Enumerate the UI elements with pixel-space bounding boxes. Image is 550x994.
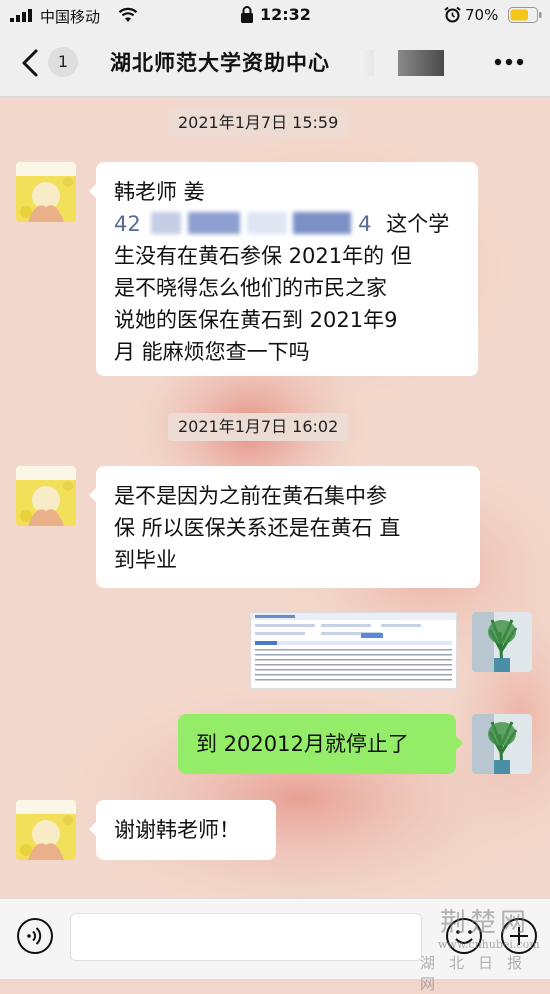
message-bubble[interactable]: 韩老师 姜 42 4 这个学 生没有在黄石参保 2021年的 但 是不晓得怎么他… [89,162,478,376]
message-line: 韩老师 姜 [114,180,205,204]
title-redaction [360,50,374,76]
my-avatar[interactable] [472,612,532,672]
alarm-icon [444,6,461,23]
avatar-image [472,714,532,774]
more-options-icon[interactable] [494,58,524,66]
status-bar: 中国移动 12:32 70% [0,0,550,30]
message-input[interactable] [70,913,422,961]
chat-header: 1 湖北师范大学资助中心 [0,30,550,97]
message-timestamp: 2021年1月7日 15:59 [168,109,349,137]
carrier-name: 中国移动 [40,8,101,26]
message-line: 月 能麻烦您查一下吗 [114,340,310,364]
signal-icon [10,9,32,22]
contact-avatar[interactable] [16,162,76,222]
lock-icon [241,6,253,23]
watermark: 荆楚网 www.cnhubei.com 湖北日报网 [400,902,545,993]
avatar-image [472,612,532,672]
contact-avatar[interactable] [16,466,76,526]
wifi-icon [118,7,138,22]
watermark-url: www.cnhubei.com [438,938,540,951]
message-line: 谢谢韩老师！ [114,818,240,842]
message-line: 生没有在黄石参保 2021年的 但 [114,244,412,268]
id-number-redaction [293,212,352,234]
my-avatar[interactable] [472,714,532,774]
battery-percent: 70% [465,6,499,24]
message-line: 保 所以医保关系还是在黄石 直 [114,516,401,540]
message-timestamp: 2021年1月7日 16:02 [168,413,349,441]
battery-icon [508,7,542,23]
contact-avatar[interactable] [16,800,76,860]
chat-title: 湖北师范大学资助中心 [110,51,330,75]
message-line: 说她的医保在黄石到 2021年9 [114,308,398,332]
message-line: 42 4 这个学 [114,208,460,240]
message-bubble[interactable]: 谢谢韩老师！ [89,800,276,860]
screenshot-image [251,613,456,688]
screenshot-thumbnail[interactable] [250,612,457,689]
voice-icon[interactable] [16,917,54,955]
back-chevron-icon[interactable] [20,48,40,78]
message-line: 是不晓得怎么他们的市民之家 [114,276,387,300]
message-line: 是不是因为之前在黄石集中参 [114,484,387,508]
message-text: 这个学 [386,212,450,236]
avatar-image [16,800,76,860]
clock-time: 12:32 [260,5,311,24]
message-line: 到 202012月就停止了 [196,732,409,756]
id-number-redaction [188,212,241,234]
id-number-prefix: 42 [114,212,141,236]
watermark-sub: 湖北日报网 [420,954,537,993]
id-number-redaction [246,212,287,234]
unread-count-badge[interactable]: 1 [48,47,78,77]
id-number-redaction [151,212,182,234]
avatar-image [16,466,76,526]
id-number-suffix: 4 [358,212,372,236]
avatar-image [16,162,76,222]
watermark-logo: 荆楚网 [440,908,531,938]
message-bubble[interactable]: 是不是因为之前在黄石集中参 保 所以医保关系还是在黄石 直 到毕业 [89,466,480,588]
my-message-bubble[interactable]: 到 202012月就停止了 [178,714,463,774]
message-line: 到毕业 [114,548,177,572]
title-redaction [398,50,444,76]
